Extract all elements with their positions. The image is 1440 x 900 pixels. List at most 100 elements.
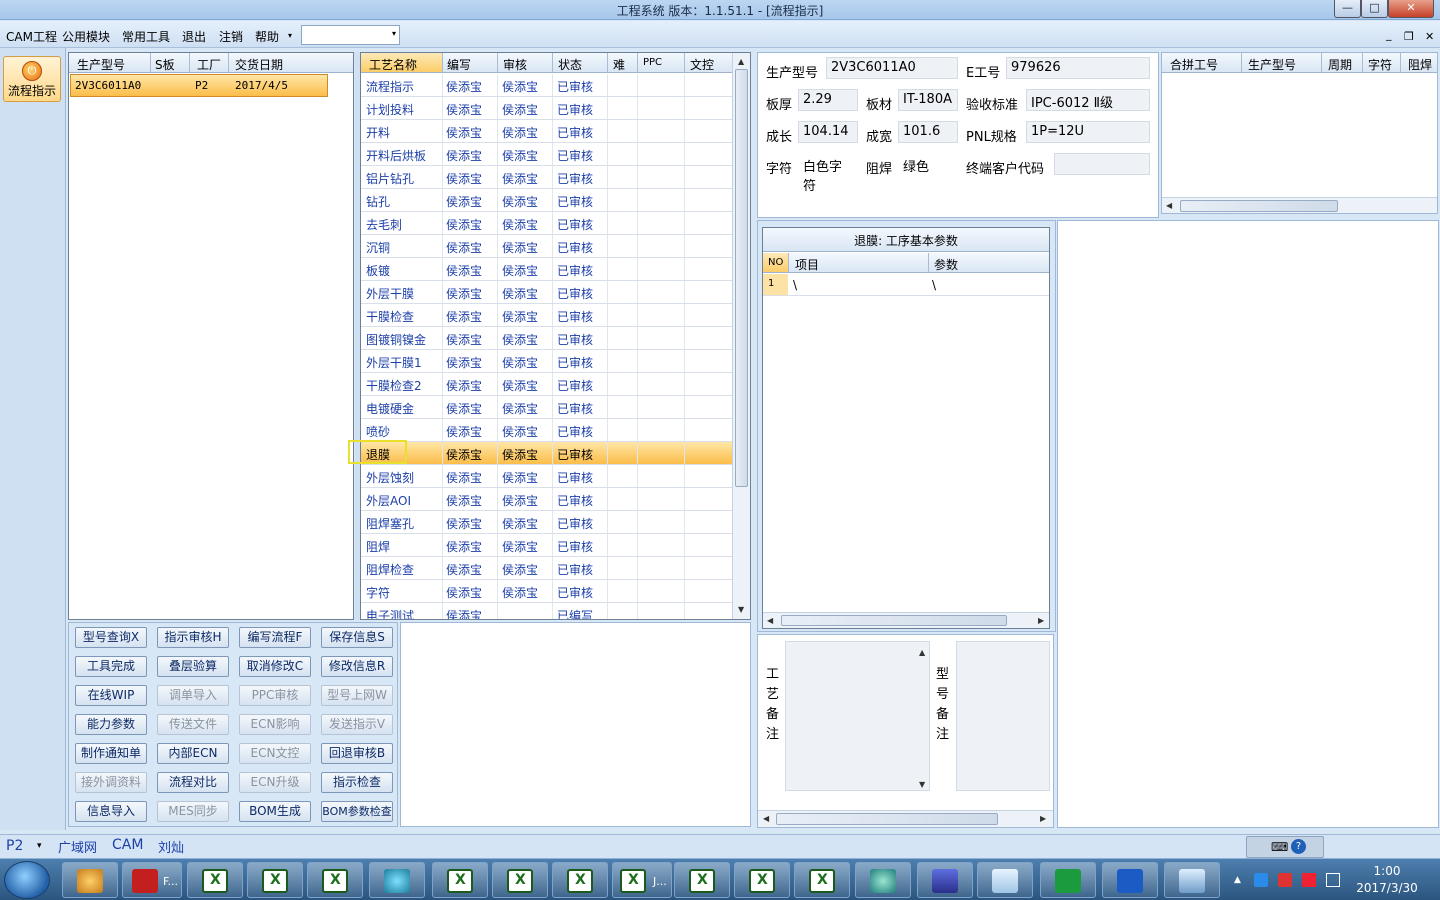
- scroll-left-icon[interactable]: ◀: [1166, 201, 1172, 210]
- process-row[interactable]: 干膜检查 侯添宝 侯添宝 已审核: [361, 304, 732, 327]
- col-no[interactable]: NO: [768, 257, 783, 268]
- tray-expand-icon[interactable]: ▲: [1234, 875, 1241, 885]
- col-reviewer[interactable]: 审核: [503, 56, 527, 73]
- process-row[interactable]: 外层蚀刻 侯添宝 侯添宝 已审核: [361, 465, 732, 488]
- combo-arrow-icon[interactable]: ▾: [392, 29, 396, 38]
- process-row[interactable]: 字符 侯添宝 侯添宝 已审核: [361, 580, 732, 603]
- scroll-thumb[interactable]: [781, 615, 1007, 626]
- taskbar-excel-2[interactable]: [247, 862, 303, 898]
- scroll-down-icon[interactable]: ▼: [919, 780, 925, 789]
- col-param[interactable]: 参数: [934, 256, 958, 273]
- taskbar-excel-1[interactable]: [187, 862, 243, 898]
- process-row[interactable]: 开料 侯添宝 侯添宝 已审核: [361, 120, 732, 143]
- process-row[interactable]: 铝片钻孔 侯添宝 侯添宝 已审核: [361, 166, 732, 189]
- action-button[interactable]: 指示审核H: [157, 627, 229, 648]
- param-row[interactable]: 1 \ \: [763, 274, 1049, 296]
- action-button[interactable]: 编写流程F: [239, 627, 311, 648]
- col-merge-model[interactable]: 生产型号: [1248, 56, 1296, 73]
- field-width[interactable]: 101.6: [898, 121, 958, 143]
- process-row[interactable]: 沉铜 侯添宝 侯添宝 已审核: [361, 235, 732, 258]
- status-factory[interactable]: P2: [6, 838, 23, 854]
- model-notes-textarea[interactable]: [956, 641, 1050, 791]
- col-item[interactable]: 项目: [795, 256, 819, 273]
- process-vscrollbar[interactable]: ▲ ▼: [732, 53, 750, 619]
- taskbar-app-1[interactable]: [62, 862, 118, 898]
- col-writer[interactable]: 编写: [447, 56, 471, 73]
- field-pnl[interactable]: 1P=12U: [1026, 121, 1150, 143]
- action-button[interactable]: 型号上网W: [321, 685, 393, 706]
- process-row[interactable]: 阻焊 侯添宝 侯添宝 已审核: [361, 534, 732, 557]
- col-sboard[interactable]: S板: [155, 56, 175, 73]
- tray-shield-icon[interactable]: [1302, 873, 1316, 887]
- merge-hscrollbar[interactable]: ◀: [1162, 197, 1437, 213]
- notes-hscrollbar[interactable]: ◀ ▶: [758, 810, 1053, 827]
- process-row[interactable]: 钻孔 侯添宝 侯添宝 已审核: [361, 189, 732, 212]
- process-row[interactable]: 喷砂 侯添宝 侯添宝 已审核: [361, 419, 732, 442]
- col-delivery-date[interactable]: 交货日期: [235, 56, 283, 73]
- mdi-restore-button[interactable]: ❐: [1404, 30, 1414, 43]
- col-merge-char[interactable]: 字符: [1368, 56, 1392, 73]
- action-button[interactable]: PPC审核: [239, 685, 311, 706]
- field-standard[interactable]: IPC-6012 Ⅱ级: [1026, 89, 1150, 111]
- taskbar-app-x4[interactable]: [674, 862, 730, 898]
- scroll-left-icon[interactable]: ◀: [767, 616, 773, 625]
- help-icon[interactable]: ?: [1291, 839, 1306, 854]
- process-row[interactable]: 流程指示 侯添宝 侯添宝 已审核: [361, 74, 732, 97]
- scroll-thumb[interactable]: [776, 813, 998, 825]
- nav-flow-instruction-button[interactable]: ⏻ 流程指示: [3, 56, 61, 102]
- taskbar-app-f[interactable]: F...: [122, 862, 182, 898]
- action-button[interactable]: 流程对比: [157, 772, 229, 793]
- process-row[interactable]: 外层干膜1 侯添宝 侯添宝 已审核: [361, 350, 732, 373]
- process-row[interactable]: 干膜检查2 侯添宝 侯添宝 已审核: [361, 373, 732, 396]
- menu-help[interactable]: 帮助: [255, 28, 279, 45]
- action-button[interactable]: 叠层验算: [157, 656, 229, 677]
- action-button[interactable]: BOM生成: [239, 801, 311, 822]
- start-button[interactable]: [4, 861, 50, 899]
- process-notes-textarea[interactable]: ▲ ▼: [785, 641, 930, 791]
- action-button[interactable]: ECN影响: [239, 714, 311, 735]
- tray-display-icon[interactable]: [1326, 873, 1340, 887]
- field-customer-code[interactable]: [1054, 153, 1150, 175]
- action-button[interactable]: 传送文件: [157, 714, 229, 735]
- scroll-down-icon[interactable]: ▼: [738, 605, 744, 614]
- taskbar-app-doc[interactable]: [977, 862, 1033, 898]
- taskbar-app-x1[interactable]: [432, 862, 488, 898]
- process-row[interactable]: 图镀铜镍金 侯添宝 侯添宝 已审核: [361, 327, 732, 350]
- taskbar-app-j[interactable]: J...: [612, 862, 672, 898]
- process-row[interactable]: 去毛刺 侯添宝 侯添宝 已审核: [361, 212, 732, 235]
- taskbar-app-f2[interactable]: [1102, 862, 1158, 898]
- keyboard-icon[interactable]: ⌨: [1271, 840, 1288, 854]
- close-button[interactable]: ✕: [1388, 0, 1434, 18]
- factory-arrow-icon[interactable]: ▾: [37, 841, 42, 851]
- scroll-right-icon[interactable]: ▶: [1038, 616, 1044, 625]
- col-difficulty[interactable]: 难: [613, 56, 625, 73]
- action-button[interactable]: 修改信息R: [321, 656, 393, 677]
- action-button[interactable]: 工具完成: [75, 656, 147, 677]
- menu-common-module[interactable]: 公用模块: [62, 28, 110, 45]
- taskbar-app-save[interactable]: [917, 862, 973, 898]
- process-row[interactable]: 板镀 侯添宝 侯添宝 已审核: [361, 258, 732, 281]
- action-button[interactable]: 能力参数: [75, 714, 147, 735]
- col-doc-control[interactable]: 文控: [690, 56, 714, 73]
- action-button[interactable]: 接外调资料: [75, 772, 147, 793]
- action-button[interactable]: 调单导入: [157, 685, 229, 706]
- tray-network-icon[interactable]: [1254, 873, 1268, 887]
- menu-cam[interactable]: CAM工程: [6, 28, 57, 45]
- process-row[interactable]: 计划投料 侯添宝 侯添宝 已审核: [361, 97, 732, 120]
- field-material[interactable]: IT-180A: [898, 89, 958, 111]
- process-row[interactable]: 开料后烘板 侯添宝 侯添宝 已审核: [361, 143, 732, 166]
- col-merge-mask[interactable]: 阻焊: [1408, 56, 1432, 73]
- col-status[interactable]: 状态: [558, 56, 582, 73]
- scroll-thumb[interactable]: [1180, 200, 1338, 212]
- col-model[interactable]: 生产型号: [77, 56, 125, 73]
- action-button[interactable]: 信息导入: [75, 801, 147, 822]
- menu-exit[interactable]: 退出: [182, 28, 206, 45]
- taskbar-app-window[interactable]: [1164, 862, 1220, 898]
- action-button[interactable]: 保存信息S: [321, 627, 393, 648]
- taskbar-app-eye[interactable]: [369, 862, 425, 898]
- field-char[interactable]: 白色字符: [798, 153, 858, 194]
- process-row[interactable]: 电镀硬金 侯添宝 侯添宝 已审核: [361, 396, 732, 419]
- field-thickness[interactable]: 2.29: [798, 89, 858, 111]
- action-button[interactable]: 在线WIP: [75, 685, 147, 706]
- language-bar[interactable]: ⌨ ?: [1246, 836, 1324, 858]
